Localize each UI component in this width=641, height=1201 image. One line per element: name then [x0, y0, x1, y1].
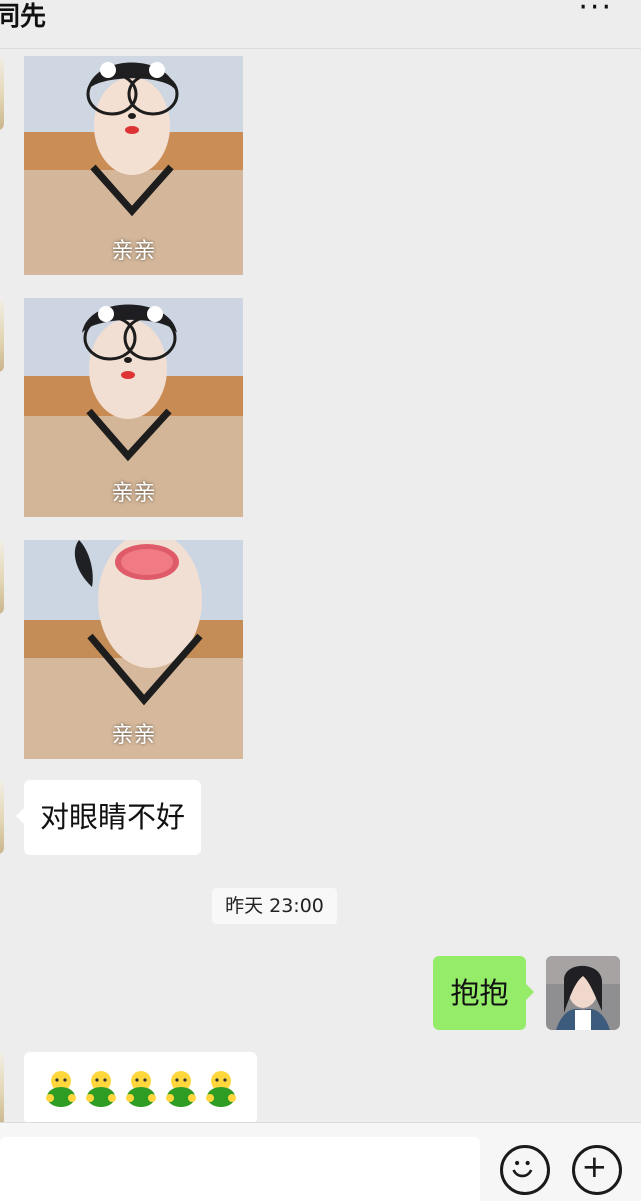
outgoing-text-bubble[interactable]: 抱抱 [433, 956, 534, 1030]
green-doll-emoji [166, 1071, 196, 1107]
more-icon[interactable]: ··· [578, 0, 613, 25]
chat-header: 同先 ··· [0, 0, 641, 49]
plus-icon[interactable] [572, 1145, 622, 1195]
plus-glyph [584, 1157, 605, 1178]
incoming-emoji-bubble[interactable] [24, 1052, 257, 1124]
green-doll-emoji [206, 1071, 236, 1107]
timestamp-label: 昨天 23:00 [212, 888, 337, 924]
my-avatar[interactable] [546, 956, 620, 1030]
sticker-message[interactable]: 亲亲 [24, 540, 243, 759]
sticker-message[interactable]: 亲亲 [24, 56, 243, 275]
contact-avatar[interactable] [0, 56, 4, 130]
contact-avatar[interactable] [0, 780, 4, 854]
avatar-image [546, 956, 620, 1030]
sticker-caption: 亲亲 [111, 481, 156, 506]
message-input[interactable] [0, 1137, 480, 1201]
input-bar [0, 1122, 641, 1201]
green-doll-emoji [86, 1071, 116, 1107]
sticker-message[interactable]: 亲亲 [24, 298, 243, 517]
contact-avatar[interactable] [0, 298, 4, 372]
chat-title: 同先 [0, 2, 47, 32]
green-doll-emoji [126, 1071, 156, 1107]
incoming-text-bubble[interactable]: 对眼睛不好 [15, 780, 202, 855]
smiley-icon[interactable] [500, 1145, 550, 1195]
sticker-caption: 亲亲 [111, 239, 156, 264]
sticker-caption: 亲亲 [111, 723, 156, 748]
contact-avatar[interactable] [0, 1052, 4, 1126]
contact-avatar[interactable] [0, 540, 4, 614]
green-doll-emoji [46, 1071, 76, 1107]
smiley-glyph [512, 1160, 533, 1178]
